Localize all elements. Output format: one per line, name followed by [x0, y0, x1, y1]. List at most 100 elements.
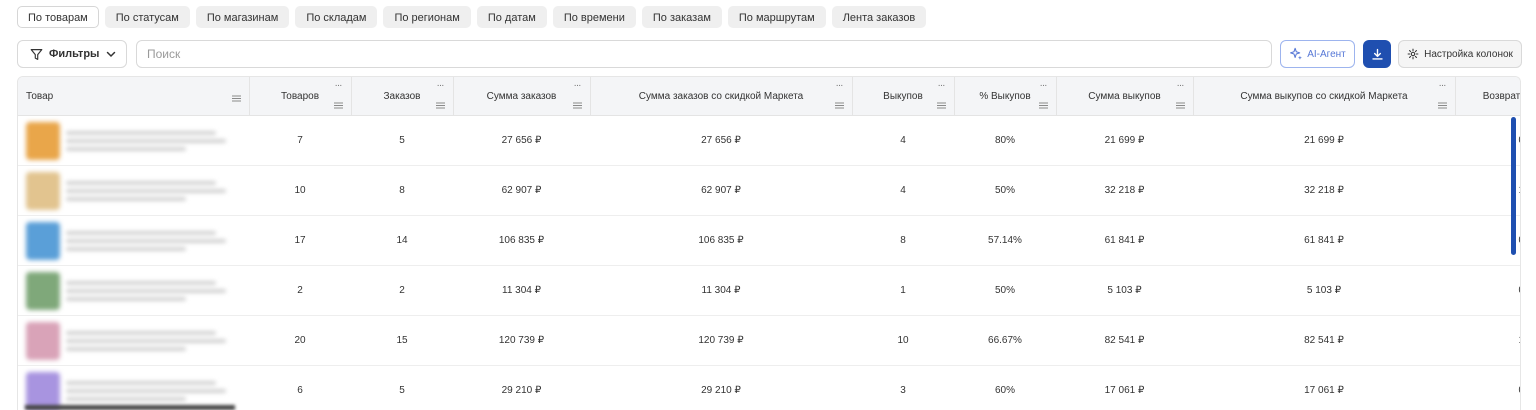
- ai-agent-button[interactable]: AI-Агент: [1280, 40, 1355, 68]
- column-more-icon[interactable]: ···: [335, 80, 343, 91]
- column-more-icon[interactable]: ···: [1439, 80, 1447, 91]
- table-cell: 21 699 ₽: [1193, 115, 1455, 166]
- table-cell: 120 739 ₽: [590, 315, 852, 366]
- product-cell: [18, 165, 249, 216]
- product-cell: [18, 115, 249, 166]
- tab-9[interactable]: Лента заказов: [831, 6, 927, 28]
- horizontal-scroll-shadow: [25, 405, 235, 410]
- table-row[interactable]: 10862 907 ₽62 907 ₽450%32 218 ₽32 218 ₽1: [18, 165, 1520, 216]
- table-cell: 60%: [954, 365, 1056, 410]
- column-header-7[interactable]: Сумма выкупов ···: [1056, 77, 1194, 116]
- tab-3[interactable]: По складам: [295, 6, 378, 28]
- table-cell: 20: [249, 315, 351, 366]
- product-cell: [18, 365, 249, 410]
- report-tabs: По товарам По статусам По магазинам По скла…: [17, 6, 927, 28]
- table-cell: 14: [351, 215, 453, 266]
- column-header-1[interactable]: Товаров ···: [249, 77, 352, 116]
- table-cell: 8: [852, 215, 954, 266]
- table-row[interactable]: 6529 210 ₽29 210 ₽360%17 061 ₽17 061 ₽0: [18, 365, 1520, 410]
- column-header-2[interactable]: Заказов ···: [351, 77, 454, 116]
- table-cell: 4: [852, 165, 954, 216]
- table-cell: 82 541 ₽: [1193, 315, 1455, 366]
- product-info-blurred: [66, 277, 226, 305]
- table-row[interactable]: 2211 304 ₽11 304 ₽150%5 103 ₽5 103 ₽0: [18, 265, 1520, 316]
- column-settings-button[interactable]: Настройка колонок: [1398, 40, 1522, 68]
- chevron-down-icon: [105, 48, 117, 60]
- product-cell: [18, 315, 249, 366]
- column-menu-icon[interactable]: [333, 102, 343, 109]
- column-header-label: Сумма заказов со скидкой Маркета: [638, 90, 804, 102]
- table-scrollbar[interactable]: [1511, 117, 1516, 255]
- tab-1[interactable]: По статусам: [104, 6, 190, 28]
- column-header-9[interactable]: Возврат: [1455, 77, 1521, 116]
- column-header-5[interactable]: Выкупов ···: [852, 77, 955, 116]
- table-cell: 11 304 ₽: [590, 265, 852, 316]
- column-more-icon[interactable]: ···: [1040, 80, 1048, 91]
- column-menu-icon[interactable]: [1437, 102, 1447, 109]
- column-menu-icon[interactable]: [1175, 102, 1185, 109]
- column-header-0[interactable]: Товар: [18, 77, 250, 116]
- column-more-icon[interactable]: ···: [437, 80, 445, 91]
- column-menu-icon[interactable]: [231, 95, 241, 102]
- table-cell: 106 835 ₽: [453, 215, 590, 266]
- product-info-blurred: [66, 327, 226, 355]
- table-cell: 62 907 ₽: [590, 165, 852, 216]
- tab-4[interactable]: По регионам: [383, 6, 471, 28]
- table-cell: 2: [351, 265, 453, 316]
- table-cell: 0: [1455, 365, 1520, 410]
- column-header-label: Заказов: [383, 90, 421, 102]
- column-header-label: Возврат: [1482, 90, 1521, 102]
- product-info-blurred: [66, 227, 226, 255]
- search-input[interactable]: [136, 40, 1272, 68]
- table-cell: 66.67%: [954, 315, 1056, 366]
- table-cell: 1: [852, 265, 954, 316]
- product-cell: [18, 265, 249, 316]
- tab-0[interactable]: По товарам: [17, 6, 99, 28]
- tab-5[interactable]: По датам: [476, 6, 547, 28]
- column-menu-icon[interactable]: [572, 102, 582, 109]
- column-menu-icon[interactable]: [936, 102, 946, 109]
- tab-8[interactable]: По маршрутам: [727, 6, 826, 28]
- column-menu-icon[interactable]: [1038, 102, 1048, 109]
- column-header-label: Товаров: [280, 90, 320, 102]
- table-cell: 2: [249, 265, 351, 316]
- tab-2[interactable]: По магазинам: [195, 6, 290, 28]
- table-cell: 15: [351, 315, 453, 366]
- product-thumbnail: [26, 221, 60, 260]
- table-cell: 80%: [954, 115, 1056, 166]
- product-thumbnail: [26, 121, 60, 160]
- table-row[interactable]: 17 14 106 835 ₽106 835 ₽8 57.14% 61 841 ₽61 …: [18, 215, 1520, 266]
- table-cell: 21 699 ₽: [1056, 115, 1193, 166]
- column-menu-icon[interactable]: [834, 102, 844, 109]
- column-header-label: Товар: [26, 90, 54, 102]
- column-more-icon[interactable]: ···: [1177, 80, 1185, 91]
- column-header-8[interactable]: Сумма выкупов со скидкой Маркета ···: [1193, 77, 1456, 116]
- column-header-6[interactable]: % Выкупов ···: [954, 77, 1057, 116]
- column-header-3[interactable]: Сумма заказов ···: [453, 77, 591, 116]
- column-more-icon[interactable]: ···: [836, 80, 844, 91]
- column-more-icon[interactable]: ···: [938, 80, 946, 91]
- table-cell: 17 061 ₽: [1193, 365, 1455, 410]
- table-cell: 11 304 ₽: [453, 265, 590, 316]
- table-header: Товар Товаров ··· Заказов ··· Сумма заказов ··…: [18, 77, 1521, 116]
- table-cell: 6: [249, 365, 351, 410]
- table-cell: 120 739 ₽: [453, 315, 590, 366]
- download-button[interactable]: [1363, 40, 1391, 68]
- column-header-4[interactable]: Сумма заказов со скидкой Маркета ···: [590, 77, 853, 116]
- table-cell: 10: [852, 315, 954, 366]
- tab-7[interactable]: По заказам: [641, 6, 722, 28]
- column-menu-icon[interactable]: [435, 102, 445, 109]
- table-row[interactable]: 20 15 120 739 ₽120 739 ₽10 66.67% 82 541 ₽82…: [18, 315, 1520, 366]
- column-header-label: % Выкупов: [979, 90, 1031, 102]
- product-thumbnail: [26, 371, 60, 410]
- table-row[interactable]: 7527 656 ₽27 656 ₽480%21 699 ₽21 699 ₽0: [18, 115, 1520, 166]
- column-header-label: Сумма выкупов: [1088, 90, 1161, 102]
- tab-6[interactable]: По времени: [552, 6, 636, 28]
- table-cell: 50%: [954, 165, 1056, 216]
- gear-icon: [1407, 48, 1419, 60]
- filters-button[interactable]: Фильтры: [17, 40, 127, 68]
- column-more-icon[interactable]: ···: [574, 80, 582, 91]
- column-header-label: Сумма заказов: [486, 90, 557, 102]
- table-cell: 82 541 ₽: [1056, 315, 1193, 366]
- product-thumbnail: [26, 321, 60, 360]
